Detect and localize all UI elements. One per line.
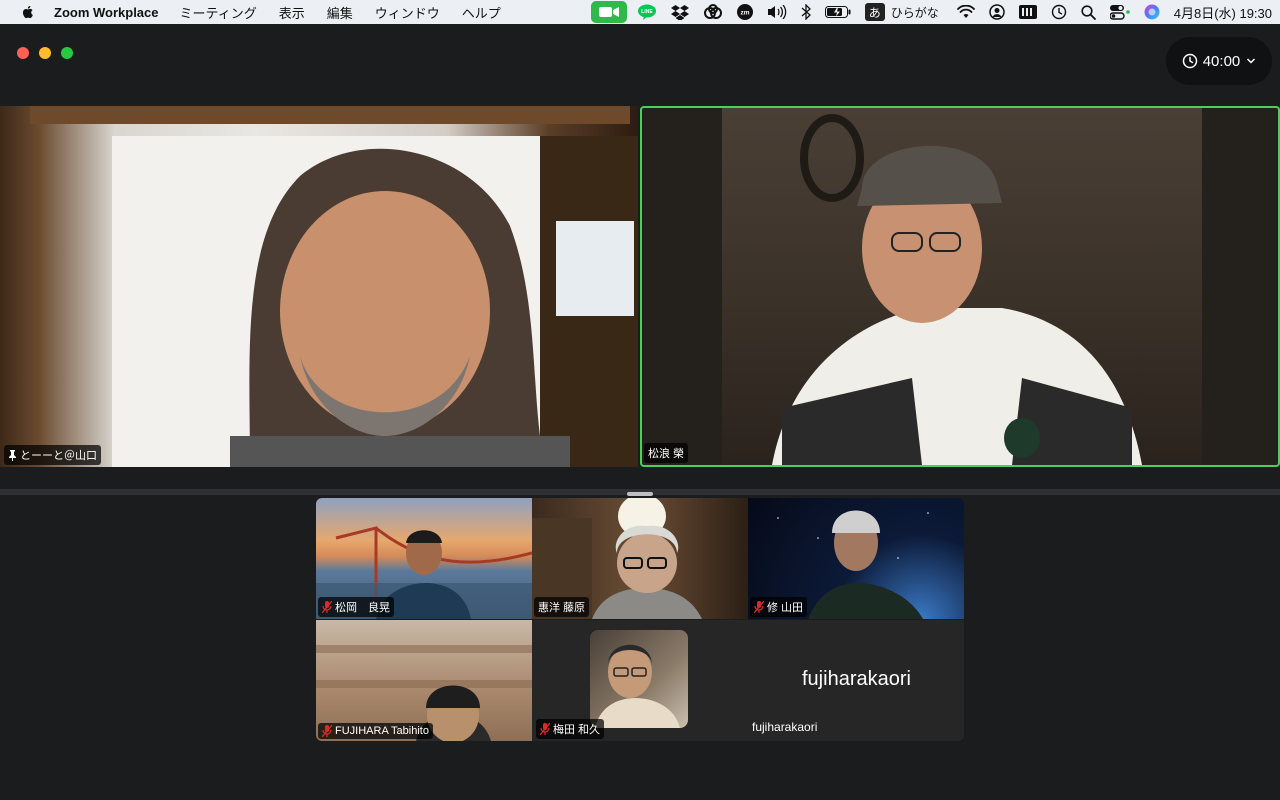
menu-meeting[interactable]: ミーティング: [180, 3, 257, 22]
meeting-timer-text: 40:00: [1202, 52, 1241, 70]
menu-bar: Zoom Workplace ミーティング 表示 編集 ウィンドウ ヘルプ LI…: [0, 0, 1280, 24]
pin-icon: [9, 449, 16, 461]
chevron-down-icon: [1247, 58, 1256, 64]
spotlight-search-icon[interactable]: [1081, 0, 1096, 24]
siri-icon[interactable]: [1144, 0, 1160, 24]
video-tile[interactable]: 梅田 和久 fujiharakaori fujiharakaori: [532, 620, 964, 741]
microphone-muted-icon: [754, 601, 764, 613]
video-tile[interactable]: 松岡 良晃: [316, 498, 532, 619]
zoom-video-icon[interactable]: [590, 1, 627, 23]
menu-view[interactable]: 表示: [279, 3, 305, 22]
resize-handle[interactable]: [627, 492, 653, 496]
clock-icon: [1182, 53, 1197, 69]
microphone-muted-icon: [322, 725, 332, 737]
gallery-view: 松岡 良晃 惠洋 藤原 修 山田 FUJIHARA Tabihito 梅田 和久…: [316, 498, 964, 742]
participant-name-tag: FUJIHARA Tabihito: [318, 723, 433, 739]
wifi-icon[interactable]: [956, 0, 975, 24]
svg-text:zm: zm: [740, 10, 749, 17]
video-tile[interactable]: 修 山田: [748, 498, 964, 619]
menu-help[interactable]: ヘルプ: [462, 3, 501, 22]
participant-video-image: [722, 108, 1202, 465]
video-tile[interactable]: FUJIHARA Tabihito: [316, 620, 532, 741]
apple-icon[interactable]: [20, 4, 36, 20]
microphone-muted-icon: [322, 601, 332, 613]
participant-name-tag: 松岡 良晃: [318, 597, 394, 617]
participant-name: FUJIHARA Tabihito: [335, 725, 429, 737]
minimize-window-button[interactable]: [39, 47, 51, 59]
time-machine-icon[interactable]: [1051, 0, 1067, 24]
menu-edit[interactable]: 編集: [327, 3, 353, 22]
zoom-meeting-window: 40:00 とーーと＠山口 松浪 榮 松岡 良晃 惠洋 藤原 修 山田 FUJI…: [0, 25, 1280, 800]
video-tile[interactable]: 惠洋 藤原: [532, 498, 748, 619]
participant-video-image: [590, 630, 688, 728]
creative-cloud-icon[interactable]: [703, 0, 723, 24]
participant-name-tag: 梅田 和久: [536, 719, 605, 739]
user-account-icon[interactable]: [988, 0, 1005, 24]
line-icon[interactable]: LINE: [637, 0, 657, 24]
zoom-status-icon[interactable]: zm: [736, 0, 753, 24]
menu-window[interactable]: ウィンドウ: [375, 3, 440, 22]
participant-name-tag: とーーと＠山口: [4, 445, 101, 465]
dropbox-icon[interactable]: [670, 0, 689, 24]
svg-text:LINE: LINE: [641, 9, 653, 15]
bluetooth-icon[interactable]: [801, 0, 811, 24]
ime-label[interactable]: ひらがな: [891, 4, 939, 21]
fullscreen-window-button[interactable]: [61, 47, 73, 59]
participant-name-tag: 修 山田: [750, 597, 808, 617]
meeting-timer-button[interactable]: 40:00: [1166, 37, 1272, 85]
control-center-icon[interactable]: [1109, 0, 1130, 24]
participant-name: 惠洋 藤原: [538, 602, 586, 614]
participant-video-image: [30, 106, 638, 467]
participant-name: fujiharakaori: [752, 720, 818, 734]
participant-name-tag: 惠洋 藤原: [534, 597, 590, 617]
microphone-muted-icon: [540, 723, 550, 735]
participant-name: とーーと＠山口: [20, 450, 97, 462]
battery-icon[interactable]: [824, 0, 851, 24]
active-speaker-video-tile[interactable]: 松浪 榮: [640, 106, 1280, 467]
video-tile[interactable]: とーーと＠山口: [0, 106, 638, 467]
volume-icon[interactable]: [767, 0, 787, 24]
ime-indicator[interactable]: あ: [864, 3, 885, 21]
participant-name: 松浪 榮: [648, 448, 685, 460]
participant-display-name: fujiharakaori: [802, 668, 911, 690]
participant-name: 梅田 和久: [553, 724, 601, 736]
menu-app-name[interactable]: Zoom Workplace: [54, 5, 159, 20]
close-window-button[interactable]: [17, 47, 29, 59]
memory-meter-icon[interactable]: [1018, 0, 1037, 24]
menu-clock[interactable]: 4月8日(水) 19:30: [1174, 3, 1272, 22]
participant-name: 修 山田: [767, 602, 804, 614]
participant-name-tag: 松浪 榮: [644, 443, 689, 463]
participant-name: 松岡 良晃: [335, 602, 390, 614]
